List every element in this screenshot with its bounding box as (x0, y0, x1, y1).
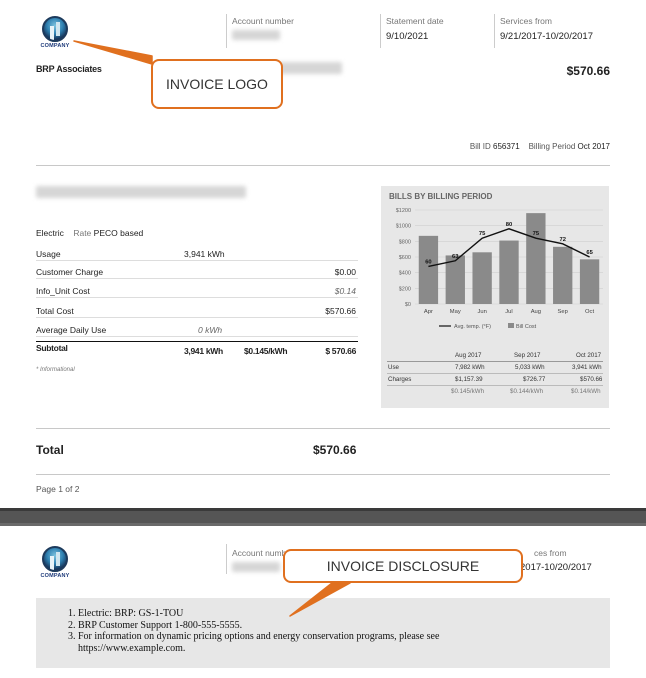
detail-mid: 0 kWh (198, 325, 223, 335)
logo-callout-pointer (73, 40, 153, 65)
y-tick-label: $200 (399, 286, 411, 292)
service-address-redacted (36, 186, 246, 198)
charges-label: Charges (388, 376, 412, 383)
bar (499, 240, 519, 304)
rate-label: Rate (73, 228, 92, 238)
subtotal-label: Subtotal (36, 343, 68, 353)
temperature-label: 65 (586, 250, 593, 256)
bar (472, 252, 492, 304)
detail-label: Average Daily Use (36, 325, 107, 335)
y-tick-label: $1000 (396, 224, 411, 230)
temperature-label: 75 (533, 231, 540, 237)
subtotal-value: $ 570.66 (325, 346, 356, 356)
use-value: 5,033 kWh (515, 364, 545, 371)
x-tick-label: Apr (424, 309, 433, 315)
bill-id-value: 656371 (493, 142, 520, 151)
x-tick-label: Aug (531, 309, 541, 315)
subtotal-usage: 3,941 kWh (184, 346, 223, 356)
x-tick-label: Sep (558, 309, 568, 315)
temperature-label: 72 (559, 237, 565, 243)
bill-id-label: Bill ID (469, 142, 491, 151)
period-header: Sep 2017 (514, 352, 541, 359)
bar (553, 246, 573, 304)
y-tick-label: $1200 (396, 208, 411, 214)
y-tick-label: $0 (405, 302, 411, 308)
detail-label: Total Cost (36, 306, 74, 316)
detail-row-avg-daily-use: Average Daily Use 0 kWh (36, 323, 358, 337)
y-tick-label: $600 (399, 255, 411, 261)
total-value: $570.66 (313, 443, 357, 457)
page-number: Page 1 of 2 (36, 484, 80, 494)
legend-bar-swatch (508, 323, 514, 328)
bar (418, 235, 439, 304)
rate-value: $0.145/kWh (451, 388, 485, 395)
temperature-label: 60 (425, 259, 431, 265)
page-separator (0, 508, 646, 526)
subtotal-rate: $0.145/kWh (244, 346, 288, 356)
bar (526, 213, 546, 304)
bill-id-line: Bill ID 656371 Billing Period Oct 2017 (470, 142, 610, 151)
detail-row-subtotal: Subtotal 3,941 kWh $0.145/kWh $ 570.66 (36, 341, 358, 356)
detail-row-usage: Usage 3,941 kWh (36, 247, 358, 261)
bar (579, 259, 600, 304)
detail-mid: 3,941 kWh (184, 249, 225, 259)
x-tick-label: Oct (585, 309, 594, 315)
rate-value: $0.144/kWh (510, 388, 544, 395)
x-tick-label: Jun (477, 309, 486, 315)
detail-row-total-cost: Total Cost $570.66 (36, 304, 358, 318)
bills-chart-panel: BILLS BY BILLING PERIOD $0 $200 $400 $600 $8… (381, 186, 609, 408)
legend-label-bill: Bill Cost (516, 324, 537, 330)
detail-label: Customer Charge (36, 267, 104, 277)
invoice-page-2: COMPANY Account number ces from 2017-10/… (0, 526, 646, 678)
disclosure-callout-pointer (289, 582, 351, 617)
legend-label-temp: Avg. temp. (°F) (454, 324, 491, 330)
use-value: 7,982 kWh (455, 364, 485, 371)
invoice-logo-callout: INVOICE LOGO (151, 59, 283, 109)
detail-row-customer-charge: Customer Charge $0.00 (36, 265, 358, 279)
temperature-label: 75 (479, 231, 486, 237)
temperature-label: 80 (506, 222, 512, 228)
invoice-page-1: COMPANY Account number Statement date 9/… (0, 0, 646, 508)
rate-value: PECO based (93, 228, 144, 238)
detail-row-unit-cost: Info_Unit Cost $0.14 (36, 284, 358, 298)
chart-title: BILLS BY BILLING PERIOD (389, 192, 493, 201)
use-value: 3,941 kWh (572, 364, 602, 371)
detail-value: $570.66 (325, 306, 356, 316)
billing-period-value: Oct 2017 (577, 142, 610, 151)
total-label: Total (36, 443, 64, 457)
use-label: Use (388, 364, 400, 371)
bills-chart: $0 $200 $400 $600 $800 $1000 $1200 Apr May Jun Jul… (396, 208, 603, 330)
rate-value: $0.14/kWh (571, 388, 601, 395)
informational-footnote: * Informational (36, 367, 75, 373)
charges-value: $1,157.39 (455, 376, 483, 383)
detail-label: Info_Unit Cost (36, 286, 90, 296)
temperature-label: 63 (452, 254, 459, 260)
detail-value: $0.00 (334, 267, 356, 277)
chart-summary-table: Aug 2017 Sep 2017 Oct 2017 Use 7,982 kWh… (381, 352, 609, 402)
y-tick-label: $400 (399, 271, 411, 277)
detail-label: Usage (36, 249, 61, 259)
service-type: Electric (36, 228, 64, 238)
detail-value: $0.14 (334, 286, 356, 296)
service-rate-line: Electric Rate PECO based (36, 228, 143, 238)
x-tick-label: Jul (505, 309, 512, 315)
charges-value: $570.66 (580, 376, 603, 383)
period-header: Oct 2017 (576, 352, 602, 359)
y-tick-label: $800 (399, 239, 411, 245)
period-header: Aug 2017 (455, 352, 482, 359)
charges-value: $726.77 (523, 376, 546, 383)
x-tick-label: May (450, 309, 461, 315)
billing-period-label: Billing Period (528, 142, 576, 151)
